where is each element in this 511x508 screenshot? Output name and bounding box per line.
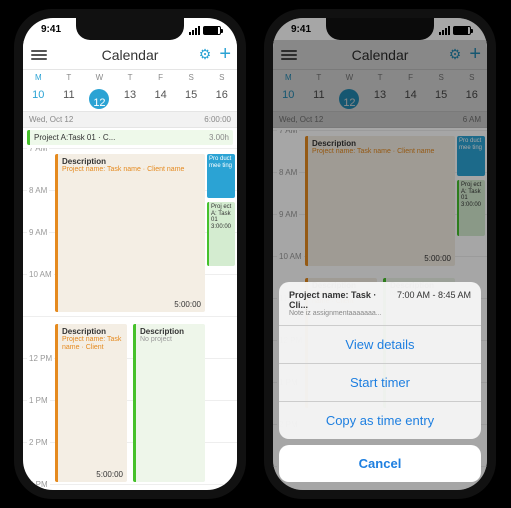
plus-icon[interactable]: +: [219, 43, 231, 66]
allday-event-title: Project A:Task 01 · C...: [34, 133, 115, 142]
hamburger-icon[interactable]: [31, 50, 47, 60]
allday-event[interactable]: Project A:Task 01 · C... 3.00h: [27, 130, 233, 145]
action-sheet: Project name: Task · Cli... Note iz assi…: [279, 282, 481, 482]
dow: T: [115, 70, 146, 85]
event-block[interactable]: Description No project: [133, 324, 205, 482]
gear-icon[interactable]: ⚙: [199, 46, 212, 63]
event-column: Description Project name: Task name · Cl…: [55, 148, 205, 490]
sheet-title: Project name: Task · Cli...: [289, 290, 391, 310]
status-time: 9:41: [41, 24, 61, 35]
event-block[interactable]: Description Project name: Task name · Cl…: [55, 154, 205, 312]
notch: [76, 18, 184, 40]
event-title: Description: [62, 157, 201, 166]
event-duration: 5:00:00: [96, 470, 123, 479]
cancel-button[interactable]: Cancel: [279, 445, 481, 482]
battery-icon: [203, 26, 221, 35]
sheet-timerange: 7:00 AM - 8:45 AM: [397, 290, 471, 300]
event-title: Description: [62, 327, 123, 336]
event-project: Project name: Task name · Client: [62, 336, 123, 353]
dow: T: [54, 70, 85, 85]
hour-label: 10 AM: [27, 270, 54, 279]
dow: S: [176, 70, 207, 85]
hour-label: 2 PM: [27, 438, 50, 447]
signal-icon: [189, 26, 200, 35]
hour-label: 7 AM: [27, 148, 49, 153]
date-cell[interactable]: 13: [115, 85, 146, 113]
allday-time: 6:00:00: [204, 115, 231, 124]
dow: S: [206, 70, 237, 85]
date-cell[interactable]: 16: [206, 85, 237, 113]
event-project: Project name: Task name · Client name: [62, 166, 201, 174]
event-duration: 5:00:00: [174, 300, 201, 309]
event-title: Description: [140, 327, 201, 336]
allday-event-hours: 3.00h: [209, 133, 229, 142]
sheet-subtitle: Note iz assignmentaaaaaaa...: [289, 310, 391, 317]
action-sheet-group: Project name: Task · Cli... Note iz assi…: [279, 282, 481, 439]
view-details-button[interactable]: View details: [279, 326, 481, 364]
date-cell-selected[interactable]: 12: [84, 85, 115, 113]
hour-label: 1 PM: [27, 396, 50, 405]
phone-right: 9:41 Calendar ⚙ + M T W T F S S: [264, 9, 496, 499]
timeline[interactable]: 7 AM 8 AM 9 AM 10 AM 12 PM 1 PM 2 PM 3 P…: [23, 148, 237, 490]
date-cell[interactable]: 10: [23, 85, 54, 113]
screen-left: 9:41 Calendar ⚙ + M T W T F S S: [23, 18, 237, 490]
action-sheet-header: Project name: Task · Cli... Note iz assi…: [279, 282, 481, 326]
hour-label: 8 AM: [27, 186, 49, 195]
copy-as-time-entry-button[interactable]: Copy as time entry: [279, 402, 481, 439]
week-header: M T W T F S S 10 11 12 13 14 15 16: [23, 70, 237, 113]
dow: W: [84, 70, 115, 85]
date-cell[interactable]: 11: [54, 85, 85, 113]
status-indicators: [189, 26, 221, 35]
dow: M: [23, 70, 54, 85]
side-column: Pro duct mee ting Proj ect A: Task 01 3:…: [207, 148, 235, 490]
phone-left: 9:41 Calendar ⚙ + M T W T F S S: [14, 9, 246, 499]
side-event-green[interactable]: Proj ect A: Task 01 3:00:00: [207, 202, 235, 266]
dow: F: [145, 70, 176, 85]
side-event-blue[interactable]: Pro duct mee ting: [207, 154, 235, 198]
screen-right: 9:41 Calendar ⚙ + M T W T F S S: [273, 18, 487, 490]
event-block[interactable]: Description Project name: Task name · Cl…: [55, 324, 127, 482]
hour-label: 9 AM: [27, 228, 49, 237]
start-timer-button[interactable]: Start timer: [279, 364, 481, 402]
nav-bar: Calendar ⚙ +: [23, 40, 237, 70]
allday-date: Wed, Oct 12: [29, 115, 73, 124]
allday-header: Wed, Oct 12 6:00:00: [23, 111, 237, 128]
event-noproject: No project: [140, 336, 201, 343]
page-title: Calendar: [102, 47, 159, 63]
hour-label: 12 PM: [27, 354, 54, 363]
date-cell[interactable]: 14: [145, 85, 176, 113]
date-cell[interactable]: 15: [176, 85, 207, 113]
hour-label: 3 PM: [27, 480, 50, 489]
